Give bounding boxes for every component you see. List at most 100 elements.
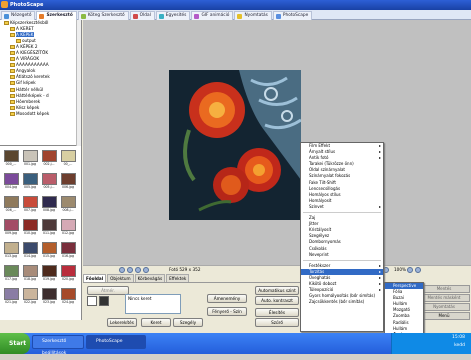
thumbnail[interactable]: 015.jpg [41,242,57,263]
thumbnail-image [41,150,57,162]
system-tray: 15:08 kedd [391,333,471,354]
thumbnail[interactable]: 018.jpg [22,265,38,286]
fullscreen-icon[interactable] [415,267,421,273]
info-icon[interactable] [143,267,149,273]
thumbnail-caption: 014.jpg [23,254,37,258]
title-bar: PhotoScape [0,0,471,10]
round-corner-button[interactable]: Lekerekítés [107,318,137,327]
thumbnail[interactable]: 004.jpg [3,173,19,194]
folder-icon [4,21,9,25]
thumbnail-caption: 005.j... [43,185,55,189]
taskbar-item-settings[interactable]: Szerkesztő beállítások [32,335,84,356]
thumbnail[interactable]: 016.jpg [60,242,76,263]
thumbnail[interactable]: 011.jpg [41,219,57,240]
app-icon [1,1,8,8]
thumbnail-image [3,150,19,162]
folder-icon [10,93,15,98]
thumbnail[interactable]: 014.jpg [22,242,38,263]
thumbnail-caption: 012.jpg [61,231,75,235]
tab-1[interactable]: Nézegető [1,11,36,20]
menu-item[interactable]: Neveprint [301,252,383,258]
thumbnail-caption: 010.jpg [23,231,37,235]
frame-select[interactable]: Nincs keret [125,294,181,314]
thumbnail[interactable]: 008.jpg [41,196,57,217]
thumbnail[interactable]: 012.jpg [60,219,76,240]
thumbnail[interactable]: 006_... [3,196,19,217]
thumbnail[interactable]: 013.jpg [3,242,19,263]
print-button[interactable]: Nyomtatás [418,303,470,311]
brightness-color-button[interactable]: Fényerő - Szín [207,307,247,316]
thumbnail[interactable]: 021.jpg [3,288,19,309]
tab-4[interactable]: Oldal [129,11,155,20]
zoom-level[interactable]: 100% [394,266,406,274]
tab-2[interactable]: Szerkesztő [36,11,77,20]
thumbnail[interactable]: 024.jpg [60,288,76,309]
thumbnail-image [41,196,57,208]
thumbnail[interactable]: 001.jpg [22,150,38,171]
thumbnail[interactable]: 000_... [3,150,19,171]
thumbnail-caption: 006.jpg [61,185,75,189]
thumbnail[interactable]: 005.jpg [22,173,38,194]
tab-label: PhotoScape [282,13,309,18]
auto-level-button[interactable]: Automatikus szint [255,286,299,295]
thumbnail[interactable]: 002.j... [41,150,57,171]
thumbnail[interactable]: 010.jpg [22,219,38,240]
rotate-left-icon[interactable] [119,267,125,273]
thumbnail[interactable]: 017.jpg [3,265,19,286]
thumbnail[interactable]: 023.jpg [41,288,57,309]
tab-8[interactable]: PhotoScape [272,11,313,20]
editor-tab-4[interactable]: Effektek [166,274,190,282]
thumbnail-caption: 017.jpg [4,277,18,281]
tree-item[interactable]: Mosodott képek [0,111,82,117]
thumbnail-image [60,288,76,300]
thumbnail-image [3,288,19,300]
thumbnail-caption: 013.jpg [4,254,18,258]
thumbnail-image [22,150,38,162]
filter-button[interactable]: Szűrő [255,318,299,327]
resize-button[interactable]: Átmér. [87,286,129,295]
thumbnail[interactable]: 009.jpg [3,219,19,240]
start-button[interactable]: Start [0,333,30,354]
thumbnail[interactable]: 006.jpg [60,173,76,194]
rotate-right-icon[interactable] [127,267,133,273]
editor-tab-3[interactable]: Körbevágás [134,274,166,282]
thumbnail[interactable]: 005.j... [41,173,57,194]
menu-item[interactable]: Színvet [301,204,383,210]
menu-item[interactable]: Zajcsökkentés (bőr simítás) [301,299,383,305]
tab-icon [4,14,9,19]
contrast-button[interactable]: Ámenemény [207,294,247,303]
taskbar-item-photoscape[interactable]: PhotoScape [86,335,146,349]
thumbnail[interactable]: 00_... [60,150,76,171]
flip-icon[interactable] [135,267,141,273]
folder-icon [10,51,15,56]
tab-5[interactable]: Egyesítés [155,11,191,20]
tab-6[interactable]: GIF animáció [191,11,234,20]
thumbnail[interactable]: 019.jpg [41,265,57,286]
frame-preview-2 [99,296,109,306]
sharpen-button[interactable]: Élesítés [255,308,299,317]
editor-tab-1[interactable]: Főoldal [83,274,107,282]
menu-button[interactable]: Menü [418,312,470,320]
tree-item-label: Mosodott képek [16,110,50,116]
save-button[interactable]: Mentés [418,285,470,293]
editor-tab-2[interactable]: Objektum [107,274,134,282]
margin-button[interactable]: Szegély [173,318,203,327]
save-as-button[interactable]: Mentés másként [418,294,470,302]
thumbnail[interactable]: 020.jpg [60,265,76,286]
tree-scrollbar[interactable] [76,20,81,146]
tree-item-label: Hóemberek [16,98,41,104]
thumbnail[interactable]: 008.j... [60,196,76,217]
main-tabs: Nézegető Szerkesztő Köteg Szerkesztő Oldal E… [0,10,471,20]
auto-contrast-button[interactable]: Auto. kontraszt [255,296,299,305]
tab-7[interactable]: Nyomtatás [234,11,272,20]
thumbnail[interactable]: 022.jpg [22,288,38,309]
thumbnail[interactable]: 007.jpg [22,196,38,217]
thumbnail-image [3,196,19,208]
tab-3[interactable]: Köteg Szerkesztő [77,11,129,20]
distort-submenu: Perspective Fólia Buzai Hullám Mozgató Zoomba… [384,282,424,338]
tab-label: Nyomtatás [244,13,268,18]
fit-icon[interactable] [407,267,413,273]
thumbnail-image [41,219,57,231]
frame-button[interactable]: Keret [141,318,171,327]
tab-icon [80,14,86,19]
